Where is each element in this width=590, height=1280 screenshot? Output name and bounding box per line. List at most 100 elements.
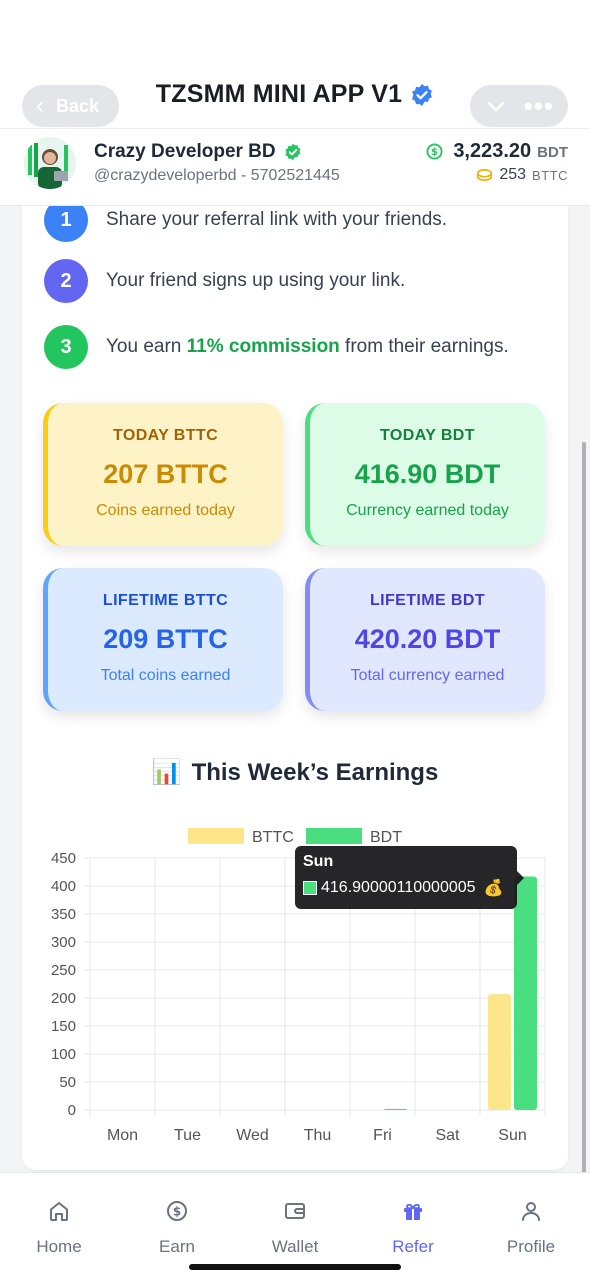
bar-bttc (488, 994, 511, 1110)
user-handle: @crazydeveloperbd - 5702521445 (94, 167, 340, 184)
tooltip-swatch (303, 881, 317, 895)
bdt-balance-unit: BDT (537, 144, 568, 161)
y-tick-label: 350 (51, 906, 76, 923)
x-tick-label: Sun (498, 1127, 526, 1144)
stat-caption: Total currency earned (350, 667, 505, 684)
tooltip-row: 416.90000110000005 💰 (303, 878, 509, 898)
step-text-after: from their earnings. (339, 336, 509, 357)
y-tick-label: 150 (51, 1018, 76, 1035)
telegram-menu: ••• (470, 85, 568, 127)
legend-swatch (188, 828, 244, 844)
y-tick-label: 300 (51, 934, 76, 951)
refer-card: 1 Share your referral link with your fri… (22, 206, 568, 1170)
nav-label: Home (36, 1237, 82, 1256)
stat-label: TODAY BDT (380, 427, 475, 444)
home-indicator[interactable] (189, 1264, 401, 1270)
bar-bdt (514, 876, 537, 1110)
y-tick-label: 100 (51, 1046, 76, 1063)
chart-title-text: This Week’s Earnings (191, 758, 439, 786)
nav-label: Wallet (271, 1237, 319, 1256)
x-tick-label: Sat (435, 1127, 460, 1144)
profile-header: Crazy Developer BD @crazydeveloperbd - 5… (0, 128, 590, 206)
home-icon (50, 1202, 68, 1221)
step-text: Share your referral link with your frien… (106, 209, 448, 230)
nav-wallet[interactable]: Wallet (236, 1199, 354, 1257)
stat-caption: Total coins earned (100, 667, 231, 684)
bdt-balance: $ 3,223.20 BDT (426, 140, 568, 163)
stat-caption: Currency earned today (346, 502, 509, 519)
money-bag-icon: 💰 (483, 880, 504, 897)
avatar-image (24, 137, 76, 189)
stat-value: 416.90 BDT (354, 459, 501, 489)
stat-caption: Coins earned today (96, 502, 235, 519)
chart-title: 📊 This Week’s Earnings (22, 758, 568, 787)
bdt-balance-amount: 3,223.20 (453, 140, 532, 162)
step-number: 2 (44, 259, 88, 303)
tooltip-arrow (517, 871, 524, 885)
y-tick-label: 250 (51, 962, 76, 979)
svg-text:$: $ (431, 147, 438, 158)
verified-badge-icon (412, 83, 433, 106)
svg-text:$: $ (173, 1205, 181, 1219)
gift-icon (404, 1203, 422, 1220)
step-3: 3 You earn 11% commission from their ear… (44, 325, 509, 369)
step-number: 3 (44, 325, 88, 369)
content-area[interactable]: 1 Share your referral link with your fri… (0, 206, 590, 1172)
tooltip-title: Sun (303, 853, 334, 870)
y-tick-label: 0 (68, 1102, 76, 1119)
stat-value: 207 BTTC (103, 459, 228, 489)
chevron-down-icon[interactable] (484, 94, 508, 118)
step-text: Your friend signs up using your link. (106, 270, 406, 291)
nav-label: Profile (506, 1237, 556, 1256)
step-1: 1 Share your referral link with your fri… (44, 206, 447, 242)
bttc-balance-unit: BTTC (532, 167, 568, 183)
step-text: You earn 11% commission from their earni… (106, 336, 509, 358)
user-name-text: Crazy Developer BD (94, 141, 276, 162)
stat-today-bttc: TODAY BTTC 207 BTTC Coins earned today (43, 403, 283, 546)
app-title-text: TZSMM MINI APP V1 (155, 80, 403, 108)
chart-tooltip: Sun 416.90000110000005 💰 (295, 846, 524, 909)
bar-bdt (384, 1108, 407, 1110)
nav-refer[interactable]: Refer (354, 1199, 472, 1257)
legend-label: BTTC (252, 829, 294, 846)
bar-chart-icon: 📊 (151, 759, 182, 786)
step-number: 1 (44, 206, 88, 242)
y-tick-label: 450 (51, 850, 76, 867)
more-icon[interactable]: ••• (524, 93, 554, 119)
bttc-balance-amount: 253 (499, 166, 527, 183)
x-tick-label: Wed (236, 1127, 269, 1144)
stat-value: 420.20 BDT (354, 624, 501, 654)
nav-profile[interactable]: Profile (472, 1199, 590, 1257)
dollar-circle-icon: $ (426, 143, 443, 160)
telegram-header: ‹ Back TZSMM MINI APP V1 ••• (0, 0, 590, 128)
nav-label: Earn (159, 1237, 195, 1256)
stat-lifetime-bttc: LIFETIME BTTC 209 BTTC Total coins earne… (43, 568, 283, 711)
stat-label: TODAY BTTC (112, 427, 219, 444)
stat-label: LIFETIME BTTC (102, 592, 229, 609)
wallet-icon (285, 1203, 305, 1219)
y-tick-label: 400 (51, 878, 76, 895)
tooltip-value: 416.90000110000005 (321, 879, 476, 896)
stat-label: LIFETIME BDT (369, 592, 485, 609)
dollar-icon: $ (167, 1201, 187, 1221)
bttc-balance: 253 BTTC (476, 166, 568, 184)
y-tick-label: 50 (59, 1074, 76, 1091)
nav-home[interactable]: Home (0, 1199, 118, 1257)
y-tick-label: 200 (51, 990, 76, 1007)
scrollbar[interactable] (582, 442, 586, 1172)
commission-highlight: 11% commission (186, 336, 340, 357)
step-text-before: You earn (106, 336, 187, 357)
stat-lifetime-bdt: LIFETIME BDT 420.20 BDT Total currency e… (305, 568, 545, 711)
bottom-nav: Home $ Earn Wallet Refer Profile (0, 1172, 590, 1280)
legend-swatch (306, 828, 362, 844)
stat-today-bdt: TODAY BDT 416.90 BDT Currency earned tod… (305, 403, 545, 546)
user-icon (522, 1202, 540, 1221)
coin-icon (477, 169, 493, 181)
x-tick-label: Mon (107, 1127, 138, 1144)
x-tick-label: Thu (304, 1127, 332, 1144)
nav-earn[interactable]: $ Earn (118, 1199, 236, 1257)
avatar[interactable] (24, 137, 76, 189)
stat-value: 209 BTTC (103, 624, 228, 654)
x-tick-label: Tue (174, 1127, 201, 1144)
verified-check-icon (285, 143, 301, 161)
